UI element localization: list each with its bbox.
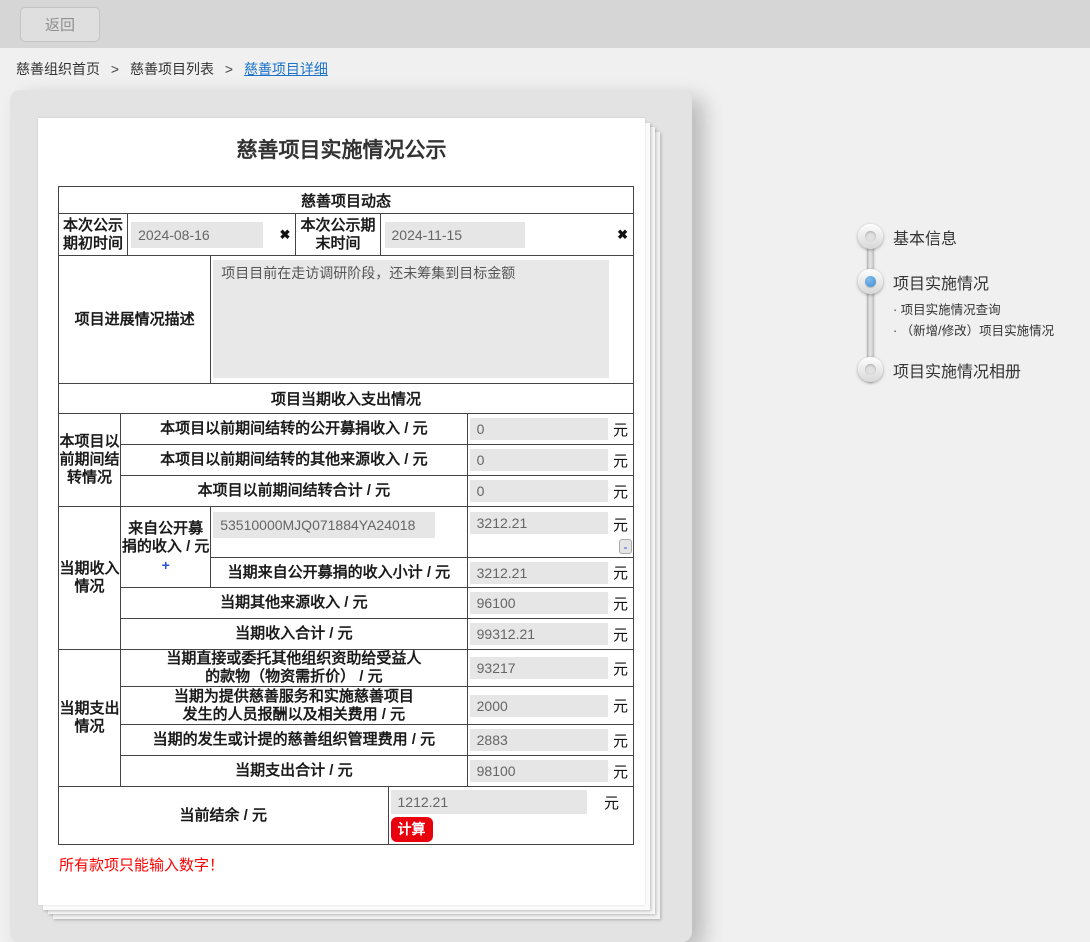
stepper-sub-items: · 项目实施情况查询 · （新增/修改）项目实施情况 (893, 300, 1054, 342)
breadcrumb-separator: > (110, 61, 120, 77)
page-title: 慈善项目实施情况公示 (236, 139, 447, 162)
breadcrumb-separator: > (224, 61, 234, 77)
breadcrumb-item-project-detail[interactable]: 慈善项目详细 (244, 61, 328, 77)
expense-total-input[interactable] (469, 760, 608, 782)
unit-label: 元 (612, 626, 628, 644)
period-start-input[interactable] (131, 221, 264, 248)
unit-label: 元 (612, 517, 628, 534)
carryover-public-label: 本项目以前期间结转的公开募捐收入 / 元 (120, 413, 468, 445)
carryover-total-label: 本项目以前期间结转合计 / 元 (120, 475, 468, 507)
expense-staff-label: 当期为提供慈善服务和实施慈善项目 发生的人员报酬以及相关费用 / 元 (120, 686, 468, 725)
progress-label: 项目进展情况描述 (57, 255, 212, 384)
content-card: 慈善项目实施情况公示 慈善项目动态 本次公示期初时间 ✖ 本次公示期末时 (10, 90, 692, 942)
public-income-label: 来自公开募捐的收入 / 元 + (120, 506, 212, 588)
expense-staff-input[interactable] (469, 694, 608, 717)
period-start-label: 本次公示期初时间 (57, 213, 129, 256)
numeric-only-warning: 所有款项只能输入数字！ (59, 857, 225, 874)
unit-label: 元 (612, 698, 628, 715)
other-income-input[interactable] (469, 592, 608, 614)
expense-total-label: 当期支出合计 / 元 (120, 755, 468, 787)
org-code-input[interactable] (213, 512, 436, 538)
unit-label: 元 (612, 763, 628, 781)
step-circle-active-icon (858, 269, 883, 294)
period-end-input[interactable] (384, 221, 525, 248)
progress-description-textarea[interactable]: 项目目前在走访调研阶段，还未筹集到目标金额 (213, 260, 610, 378)
public-income-input[interactable] (469, 512, 608, 534)
form-paper: 慈善项目实施情况公示 慈善项目动态 本次公示期初时间 ✖ 本次公示期末时 (38, 118, 645, 905)
topbar: 返回 (0, 0, 1090, 48)
clear-start-date-icon[interactable]: ✖ (279, 227, 290, 243)
breadcrumb-item-home: 慈善组织首页 (16, 61, 100, 77)
step-circle-icon (858, 224, 883, 249)
publicity-table: 慈善项目动态 本次公示期初时间 ✖ 本次公示期末时间 ✖ (57, 186, 635, 845)
public-income-subtotal-input[interactable] (469, 561, 608, 584)
income-total-input[interactable] (469, 623, 608, 645)
back-button[interactable]: 返回 (20, 7, 100, 42)
stepper-item-photo-album[interactable]: 项目实施情况相册 (858, 357, 1021, 382)
stepper-subitem-add-modify[interactable]: · （新增/修改）项目实施情况 (893, 321, 1054, 342)
unit-label: 元 (612, 421, 628, 439)
expense-group-label: 当期支出情况 (57, 649, 122, 787)
balance-label: 当前结余 / 元 (58, 786, 389, 845)
carryover-group-label: 本项目以前期间结转情况 (57, 413, 122, 507)
breadcrumb-item-project-list: 慈善项目列表 (129, 61, 214, 77)
clear-end-date-icon[interactable]: ✖ (617, 227, 628, 243)
section-stepper: 基本信息 项目实施情况 · 项目实施情况查询 · （新增/修改）项目实施情况 项… (858, 224, 1090, 394)
income-group-label: 当期收入情况 (57, 506, 122, 650)
income-total-label: 当期收入合计 / 元 (120, 618, 468, 650)
carryover-other-input[interactable] (469, 449, 608, 471)
step-circle-icon (858, 357, 883, 382)
public-income-label-text: 来自公开募捐的收入 / 元 (121, 519, 210, 555)
stepper-subitem-query[interactable]: · 项目实施情况查询 (893, 300, 1054, 321)
stepper-label: 基本信息 (893, 230, 958, 248)
unit-label: 元 (612, 452, 628, 470)
expense-admin-input[interactable] (469, 729, 608, 751)
stepper-item-basic-info[interactable]: 基本信息 (858, 224, 957, 249)
other-income-label: 当期其他来源收入 / 元 (120, 587, 468, 619)
public-income-subtotal-label: 当期来自公开募捐的收入小计 / 元 (210, 557, 468, 588)
unit-label: 元 (603, 794, 619, 812)
unit-label: 元 (612, 660, 628, 678)
expense-staff-label-line2: 发生的人员报酬以及相关费用 / 元 (182, 705, 406, 723)
expense-aid-input[interactable] (469, 657, 608, 679)
breadcrumb: 慈善组织首页 > 慈善项目列表 > 慈善项目详细 (16, 59, 328, 79)
unit-label: 元 (612, 595, 628, 613)
expense-aid-label: 当期直接或委托其他组织资助给受益人 的款物（物资需折价） / 元 (120, 649, 468, 687)
balance-input[interactable] (390, 790, 587, 814)
add-income-row-button[interactable]: + (162, 557, 170, 573)
stepper-label: 项目实施情况相册 (893, 363, 1022, 381)
carryover-total-input[interactable] (469, 480, 608, 502)
stepper-label: 项目实施情况 (893, 275, 990, 293)
section-header-finance: 项目当期收入支出情况 (58, 383, 634, 414)
period-end-label: 本次公示期末时间 (295, 213, 381, 256)
unit-label: 元 (612, 483, 628, 501)
carryover-other-label: 本项目以前期间结转的其他来源收入 / 元 (120, 444, 468, 476)
expense-admin-label: 当期的发生或计提的慈善组织管理费用 / 元 (120, 724, 468, 756)
unit-label: 元 (612, 565, 628, 582)
expense-staff-label-line1: 当期为提供慈善服务和实施慈善项目 (173, 687, 414, 705)
remove-income-row-button[interactable]: - (619, 539, 632, 554)
section-header-dynamics: 慈善项目动态 (58, 186, 634, 214)
stepper-item-implementation[interactable]: 项目实施情况 (858, 269, 989, 294)
expense-aid-label-line2: 的款物（物资需折价） / 元 (205, 668, 383, 685)
carryover-public-input[interactable] (469, 418, 608, 440)
expense-aid-label-line1: 当期直接或委托其他组织资助给受益人 (166, 650, 422, 667)
unit-label: 元 (612, 732, 628, 750)
calculate-button[interactable]: 计算 (390, 817, 433, 842)
